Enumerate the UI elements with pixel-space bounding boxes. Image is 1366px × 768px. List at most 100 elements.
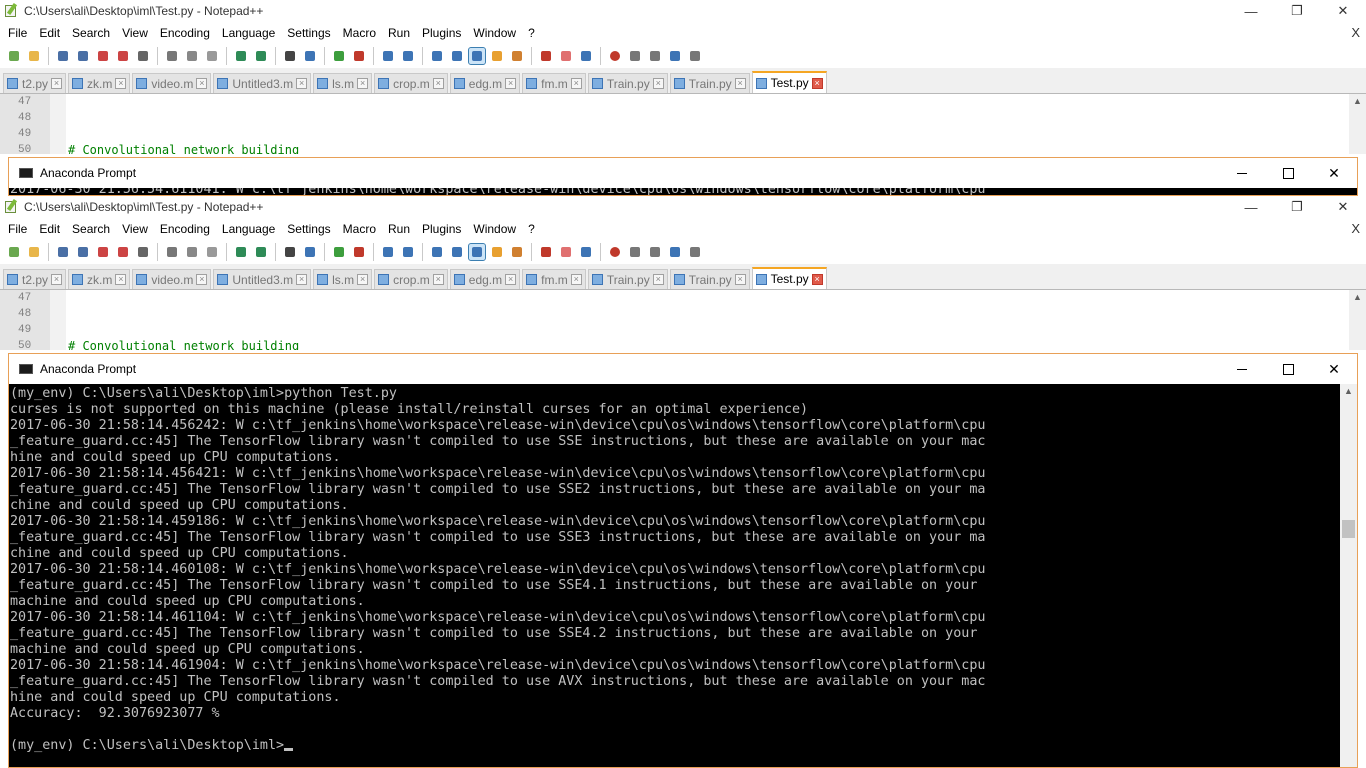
doc-switcher-icon[interactable]: [558, 244, 574, 260]
run-macro-multiple-icon[interactable]: [667, 48, 683, 64]
menu-item[interactable]: Edit: [33, 22, 66, 44]
close-tab-icon[interactable]: ×: [115, 78, 127, 89]
open-file-icon[interactable]: [26, 48, 42, 64]
minimize-button[interactable]: —: [1228, 0, 1274, 22]
menu-item[interactable]: Run: [382, 22, 416, 44]
new-file-icon[interactable]: [6, 244, 22, 260]
new-file-icon[interactable]: [6, 48, 22, 64]
menu-item[interactable]: Search: [66, 22, 116, 44]
close-tab-icon[interactable]: ×: [51, 78, 63, 89]
stop-macro-icon[interactable]: [627, 48, 643, 64]
menu-item[interactable]: File: [2, 22, 33, 44]
menu-item[interactable]: Run: [382, 218, 416, 240]
zoom-out-icon[interactable]: [351, 48, 367, 64]
show-all-chars-icon[interactable]: [449, 48, 465, 64]
redo-icon[interactable]: [253, 48, 269, 64]
menu-item[interactable]: Window: [467, 218, 522, 240]
close-tab-icon[interactable]: ×: [811, 77, 823, 89]
console-output[interactable]: (my_env) C:\Users\ali\Desktop\iml>python…: [9, 384, 1340, 767]
tab-t2-py[interactable]: t2.py ×: [3, 269, 67, 289]
menu-item[interactable]: File: [2, 218, 33, 240]
menu-item[interactable]: View: [116, 22, 154, 44]
code-editor[interactable]: 47 48 49 50 # Convolutional network buil…: [0, 94, 1366, 154]
scroll-up-icon[interactable]: ▲: [1353, 96, 1362, 106]
run-macro-multiple-icon[interactable]: [667, 244, 683, 260]
tab-train-py[interactable]: Train.py ×: [587, 269, 668, 289]
print-icon[interactable]: [135, 48, 151, 64]
menu-item[interactable]: Macro: [337, 218, 382, 240]
close-button[interactable]: ✕: [1320, 196, 1366, 218]
save-macro-icon[interactable]: [687, 48, 703, 64]
play-macro-icon[interactable]: [647, 48, 663, 64]
cut-icon[interactable]: [164, 48, 180, 64]
menu-item[interactable]: ?: [522, 22, 541, 44]
tab-train-py[interactable]: Train.py ×: [587, 73, 668, 93]
doc-map-icon[interactable]: [489, 244, 505, 260]
word-wrap-icon[interactable]: [429, 48, 445, 64]
npp-titlebar[interactable]: C:\Users\ali\Desktop\iml\Test.py - Notep…: [0, 196, 1366, 218]
zoom-in-icon[interactable]: [331, 48, 347, 64]
scroll-up-icon[interactable]: ▲: [1344, 386, 1353, 396]
console-scrollbar[interactable]: ▲: [1340, 384, 1357, 767]
save-all-icon[interactable]: [75, 244, 91, 260]
close-tab-icon[interactable]: ×: [296, 78, 308, 89]
menu-item[interactable]: Language: [216, 218, 281, 240]
tab-train-py[interactable]: Train.py ×: [669, 269, 750, 289]
close-tab-icon[interactable]: ×: [357, 274, 369, 285]
zoom-out-icon[interactable]: [351, 244, 367, 260]
doc-switcher-icon[interactable]: [558, 48, 574, 64]
cmd-close-button[interactable]: ✕: [1311, 158, 1357, 188]
monitoring-icon[interactable]: [578, 48, 594, 64]
close-tab-icon[interactable]: ×: [357, 78, 369, 89]
tab-zk-m[interactable]: zk.m ×: [68, 73, 131, 93]
record-macro-icon[interactable]: [607, 48, 623, 64]
undo-icon[interactable]: [233, 48, 249, 64]
find-icon[interactable]: [282, 48, 298, 64]
cmd-close-button[interactable]: ✕: [1311, 354, 1357, 384]
scrollbar-thumb[interactable]: [1342, 520, 1355, 538]
copy-icon[interactable]: [184, 244, 200, 260]
copy-icon[interactable]: [184, 48, 200, 64]
tab-fm-m[interactable]: fm.m ×: [522, 73, 586, 93]
close-tab-icon[interactable]: ×: [432, 274, 444, 285]
sync-horizontal-icon[interactable]: [400, 48, 416, 64]
menu-item[interactable]: Plugins: [416, 22, 467, 44]
redo-icon[interactable]: [253, 244, 269, 260]
menu-item[interactable]: Encoding: [154, 218, 216, 240]
close-all-icon[interactable]: [115, 48, 131, 64]
function-list-icon[interactable]: [509, 244, 525, 260]
cmd-minimize-button[interactable]: [1219, 354, 1265, 384]
editor-scrollbar[interactable]: ▲: [1349, 94, 1366, 154]
tab-video-m[interactable]: video.m ×: [132, 269, 212, 289]
close-tab-icon[interactable]: ×: [652, 78, 664, 89]
cmd-titlebar[interactable]: Anaconda Prompt ✕: [9, 354, 1357, 384]
find-icon[interactable]: [282, 244, 298, 260]
tab-video-m[interactable]: video.m ×: [132, 73, 212, 93]
indent-guide-icon[interactable]: [468, 243, 486, 261]
save-all-icon[interactable]: [75, 48, 91, 64]
menu-item[interactable]: Plugins: [416, 218, 467, 240]
fold-margin[interactable]: [50, 94, 66, 154]
console-output[interactable]: 2017-06-30 21:56:54.611041: W c:\tf_jenk…: [9, 188, 1340, 195]
menu-item[interactable]: Macro: [337, 22, 382, 44]
close-tab-icon[interactable]: ×: [432, 78, 444, 89]
close-document-button[interactable]: X: [1351, 22, 1360, 44]
save-macro-icon[interactable]: [687, 244, 703, 260]
open-file-icon[interactable]: [26, 244, 42, 260]
close-tab-icon[interactable]: ×: [296, 274, 308, 285]
menu-item[interactable]: Language: [216, 22, 281, 44]
tab-test-py[interactable]: Test.py ×: [751, 267, 827, 289]
close-tab-icon[interactable]: ×: [811, 273, 823, 285]
menu-item[interactable]: Settings: [281, 22, 336, 44]
sync-horizontal-icon[interactable]: [400, 244, 416, 260]
menu-item[interactable]: Edit: [33, 218, 66, 240]
restore-button[interactable]: ❐: [1274, 0, 1320, 22]
tab-crop-m[interactable]: crop.m ×: [374, 269, 448, 289]
indent-guide-icon[interactable]: [468, 47, 486, 65]
cut-icon[interactable]: [164, 244, 180, 260]
cmd-titlebar[interactable]: Anaconda Prompt ✕: [9, 158, 1357, 188]
paste-icon[interactable]: [204, 244, 220, 260]
editor-scrollbar[interactable]: ▲: [1349, 290, 1366, 350]
replace-icon[interactable]: [302, 48, 318, 64]
close-button[interactable]: ✕: [1320, 0, 1366, 22]
